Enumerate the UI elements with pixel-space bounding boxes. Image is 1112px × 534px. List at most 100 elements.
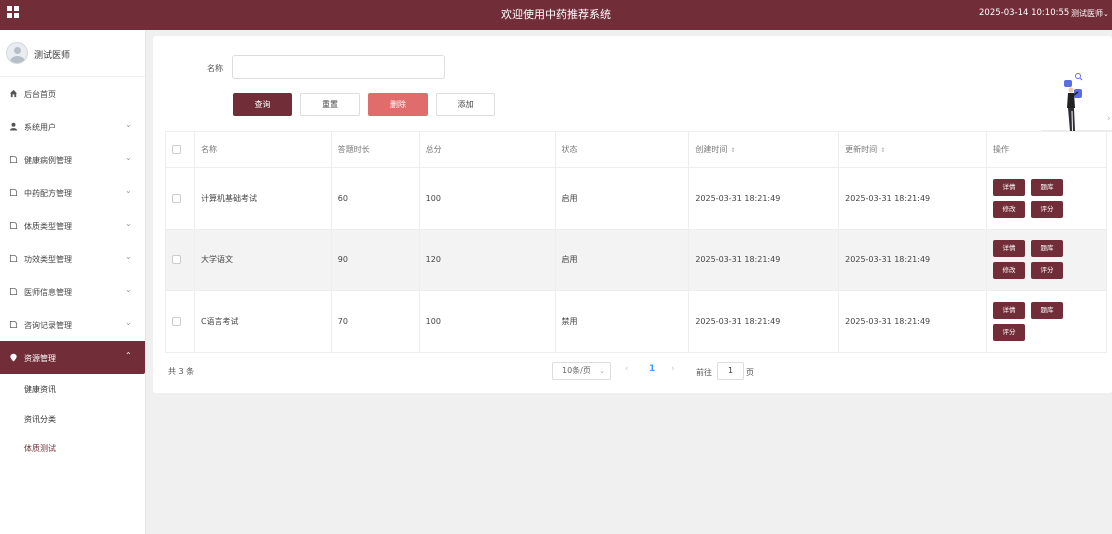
edit-button[interactable]: 修改 — [993, 262, 1026, 280]
cell-actions: 详情 题库 评分 — [986, 290, 1107, 353]
goto-page-input[interactable]: 1 — [717, 362, 744, 380]
score-button[interactable]: 评分 — [993, 323, 1026, 341]
detail-button[interactable]: 详情 — [993, 240, 1026, 258]
sidebar-item-label: 咨询记录管理 — [24, 321, 72, 330]
detail-button[interactable]: 详情 — [993, 301, 1026, 319]
document-icon — [9, 221, 18, 230]
sidebar-item-doctors[interactable]: 医师信息管理 ⌄ — [0, 275, 145, 308]
score-button[interactable]: 评分 — [1031, 200, 1064, 218]
column-header-created[interactable]: 创建时间 ⇕ — [688, 131, 840, 168]
sidebar-user-name: 测试医师 — [34, 51, 71, 61]
score-button[interactable]: 评分 — [1031, 262, 1064, 280]
chevron-down-icon: ⌄ — [599, 367, 605, 375]
chevron-down-icon: ⌄ — [125, 186, 132, 195]
page-title: 欢迎使用中药推荐系统 — [501, 8, 611, 21]
prev-page-icon[interactable]: ‹ — [625, 364, 629, 374]
question-bank-button[interactable]: 题库 — [1031, 301, 1064, 319]
sidebar-item-constitution-types[interactable]: 体质类型管理 ⌄ — [0, 209, 145, 242]
select-all-cell — [165, 131, 195, 168]
cell-created: 2025-03-31 18:21:49 — [688, 228, 840, 291]
column-header-actions: 操作 — [986, 131, 1107, 168]
next-page-icon[interactable]: › — [671, 364, 675, 374]
column-header-updated[interactable]: 更新时间 ⇕ — [838, 131, 988, 168]
chevron-down-icon: ⌄ — [125, 285, 132, 294]
row-checkbox[interactable] — [172, 193, 181, 203]
sidebar-item-formulas[interactable]: 中药配方管理 ⌄ — [0, 176, 145, 209]
chevron-down-icon: ⌄ — [1103, 10, 1109, 18]
document-icon — [9, 254, 18, 263]
reset-button[interactable]: 重置 — [300, 93, 360, 116]
chevron-up-icon: ⌃ — [125, 351, 132, 360]
submenu-item-news-categories[interactable]: 资讯分类 — [0, 404, 145, 434]
submenu-item-health-news[interactable]: 健康资讯 — [0, 374, 145, 404]
cell-created: 2025-03-31 18:21:49 — [688, 290, 840, 353]
cell-updated: 2025-03-31 18:21:49 — [838, 167, 988, 230]
home-icon — [9, 89, 18, 98]
submenu-item-constitution-test[interactable]: 体质测试 — [0, 433, 145, 463]
table-header-row: 名称 答题时长 总分 状态 创建时间 ⇕ 更新时间 ⇕ 操作 — [165, 131, 1107, 168]
sidebar-profile: 测试医师 — [0, 30, 145, 77]
header-user-name: 测试医师 — [1071, 9, 1103, 18]
user-icon — [9, 122, 18, 131]
cell-duration: 60 — [330, 167, 420, 230]
submenu-item-label: 健康资讯 — [24, 385, 56, 394]
cell-created: 2025-03-31 18:21:49 — [688, 167, 840, 230]
sidebar: 测试医师 后台首页 系统用户 ⌄ 健康病例管理 ⌄ 中药配方管理 ⌄ 体质类型管… — [0, 30, 146, 534]
top-bar: 欢迎使用中药推荐系统 2025-03-14 10:10:55 测试医师⌄ — [0, 0, 1112, 30]
sidebar-item-consultations[interactable]: 咨询记录管理 ⌄ — [0, 308, 145, 341]
goto-suffix: 页 — [746, 368, 754, 377]
row-select-cell — [165, 228, 195, 291]
location-pin-icon — [10, 353, 17, 362]
cell-name: 计算机基础考试 — [193, 167, 332, 230]
sidebar-item-efficacy-types[interactable]: 功效类型管理 ⌄ — [0, 242, 145, 275]
cell-name: 大学语文 — [193, 228, 332, 291]
cell-score: 100 — [418, 290, 556, 353]
cell-status: 启用 — [554, 167, 690, 230]
sidebar-item-label: 后台首页 — [24, 90, 56, 99]
page-size-select[interactable]: 10条/页 ⌄ — [552, 362, 611, 380]
chevron-down-icon: ⌄ — [125, 318, 132, 327]
document-icon — [9, 155, 18, 164]
column-header-label: 更新时间 — [845, 145, 878, 154]
cell-updated: 2025-03-31 18:21:49 — [838, 228, 988, 291]
sidebar-item-label: 系统用户 — [24, 123, 56, 132]
document-icon — [9, 320, 18, 329]
table-row: 计算机基础考试 60 100 启用 2025-03-31 18:21:49 20… — [165, 167, 1107, 230]
add-button[interactable]: 添加 — [436, 93, 495, 116]
document-icon — [9, 188, 18, 197]
edit-button[interactable]: 修改 — [993, 200, 1026, 218]
submenu-item-label: 体质测试 — [24, 444, 56, 453]
sidebar-item-label: 资源管理 — [24, 354, 56, 363]
chevron-down-icon: ⌄ — [125, 252, 132, 261]
avatar — [6, 42, 28, 64]
detail-button[interactable]: 详情 — [993, 178, 1026, 196]
sort-icon[interactable]: ⇕ — [880, 147, 885, 154]
sidebar-item-resources[interactable]: 资源管理 ⌃ — [0, 341, 145, 374]
page-size-value: 10条/页 — [562, 366, 591, 375]
chevron-down-icon: ⌄ — [125, 120, 132, 129]
sidebar-item-home[interactable]: 后台首页 — [0, 77, 145, 110]
sidebar-menu: 后台首页 系统用户 ⌄ 健康病例管理 ⌄ 中药配方管理 ⌄ 体质类型管理 ⌄ 功… — [0, 77, 145, 374]
sidebar-item-system-users[interactable]: 系统用户 ⌄ — [0, 110, 145, 143]
content-card: 名称 查询 重置 删除 添加 › 名称 答题时长 总分 状态 创建时间 ⇕ 更新时… — [153, 36, 1112, 393]
delete-button[interactable]: 删除 — [368, 93, 428, 116]
page-number-current[interactable]: 1 — [649, 364, 655, 374]
name-filter-label: 名称 — [207, 64, 223, 73]
header-user-menu[interactable]: 测试医师⌄ — [1071, 8, 1109, 19]
sort-icon[interactable]: ⇕ — [730, 147, 735, 154]
select-all-checkbox[interactable] — [172, 145, 181, 154]
sidebar-item-health-cases[interactable]: 健康病例管理 ⌄ — [0, 143, 145, 176]
cell-name: C语言考试 — [193, 290, 332, 353]
row-checkbox[interactable] — [172, 255, 181, 265]
row-checkbox[interactable] — [172, 316, 181, 326]
cell-updated: 2025-03-31 18:21:49 — [838, 290, 988, 353]
question-bank-button[interactable]: 题库 — [1031, 178, 1064, 196]
sidebar-item-label: 医师信息管理 — [24, 288, 72, 297]
name-filter-input[interactable] — [232, 55, 445, 79]
column-header-score: 总分 — [418, 131, 556, 168]
sidebar-item-label: 中药配方管理 — [24, 189, 72, 198]
cell-score: 120 — [418, 228, 556, 291]
cell-actions: 详情 题库 修改 评分 — [986, 228, 1107, 291]
query-button[interactable]: 查询 — [233, 93, 292, 116]
question-bank-button[interactable]: 题库 — [1031, 240, 1064, 258]
